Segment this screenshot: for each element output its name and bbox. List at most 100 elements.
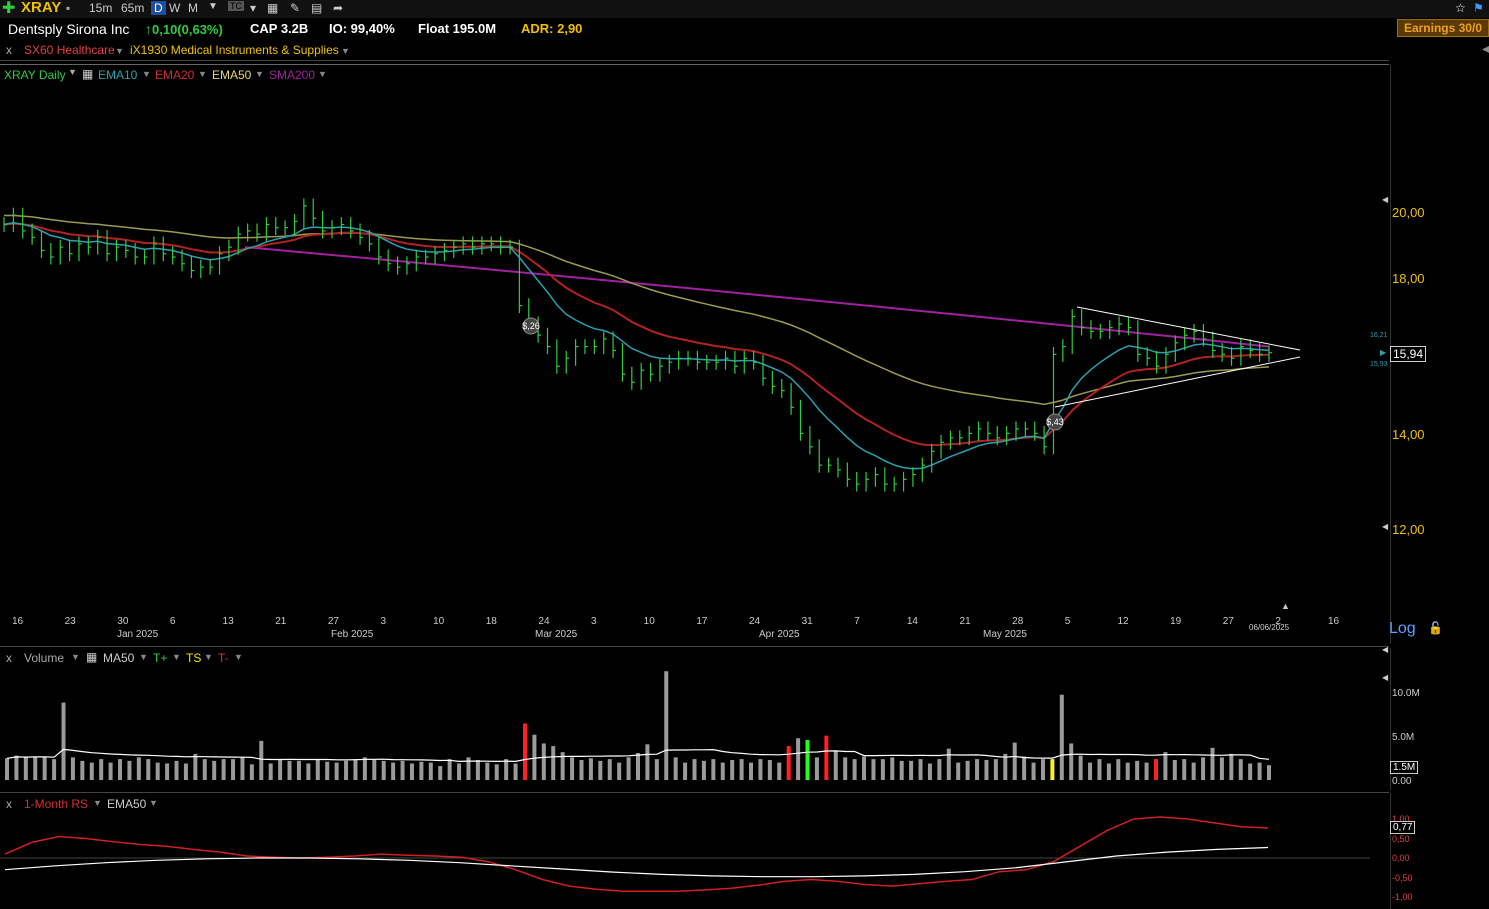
volume-bar — [862, 756, 867, 780]
xtick-label: 5 — [1064, 616, 1071, 627]
rs-ytick-label: -0,50 — [1392, 873, 1413, 883]
volume-bar — [372, 759, 377, 780]
volume-bar — [522, 723, 527, 780]
ytick-label: 14,00 — [1392, 427, 1425, 442]
volume-bar — [146, 759, 151, 780]
xtick-label: 23 — [64, 616, 76, 627]
price-pointer-icon: ▶ — [1380, 348, 1387, 357]
volume-bar — [1201, 757, 1206, 780]
star-icon[interactable]: ☆ — [1455, 1, 1466, 15]
volume-bar — [607, 759, 612, 780]
axis-pointer-icon: ◀ — [1382, 645, 1389, 654]
volume-bar — [52, 759, 57, 780]
volume-bar — [890, 757, 895, 780]
xtick-label: 13 — [222, 616, 234, 627]
ema10-line — [3, 222, 1270, 470]
volume-bar — [636, 753, 640, 780]
month-label: Jan 2025 — [117, 629, 159, 640]
volume-bar — [325, 761, 330, 780]
volume-bar — [99, 759, 104, 780]
xtick-label: 16 — [12, 616, 24, 627]
xtick-label: 19 — [1170, 616, 1182, 627]
xtick-label: 16 — [1328, 616, 1340, 627]
xtick-label: 3 — [380, 616, 387, 627]
volume-bar — [268, 763, 273, 780]
volume-bar — [701, 760, 706, 780]
xtick-label: 10 — [643, 616, 655, 627]
volume-bar — [42, 756, 47, 780]
volume-bar — [296, 760, 301, 780]
volume-bar — [1050, 759, 1055, 780]
rs-ytick-label: 0,00 — [1392, 853, 1410, 863]
volume-bar — [1012, 742, 1017, 780]
volume-bar — [1172, 759, 1177, 780]
volume-bar — [852, 759, 857, 780]
volume-bar — [240, 757, 245, 780]
volume-bar — [118, 759, 123, 780]
volume-bar — [504, 759, 509, 780]
volume-bar — [880, 759, 885, 780]
volume-bar — [1088, 762, 1093, 780]
volume-bar — [899, 760, 904, 780]
volume-bar — [400, 760, 405, 780]
volume-bar — [193, 753, 198, 780]
volume-bar — [353, 759, 358, 780]
volume-bar — [70, 757, 75, 780]
volume-bar — [946, 748, 951, 780]
volume-bar — [579, 759, 584, 780]
earnings-badge[interactable]: Earnings 30/0 — [1396, 19, 1489, 37]
ytick-label: 20,00 — [1392, 205, 1425, 220]
volume-bar — [673, 757, 678, 780]
volume-bar — [570, 757, 575, 780]
volume-bar — [306, 763, 311, 780]
cursor-marker-icon: ▲ — [1281, 601, 1290, 611]
volume-bar — [786, 746, 791, 780]
volume-bar — [541, 743, 546, 780]
price-chart[interactable]: $,26 $,43 — [0, 0, 1390, 600]
xtick-label: 27 — [327, 616, 339, 627]
xtick-label: 3 — [591, 616, 597, 627]
ema-lo-label: 15,93 — [1370, 361, 1388, 368]
vol-ytick-label: 5.0M — [1392, 732, 1415, 743]
flag-icon[interactable]: ⚑ — [1473, 1, 1484, 15]
volume-bar — [362, 757, 367, 780]
volume-bar — [927, 763, 932, 780]
volume-bar — [749, 762, 754, 780]
sma200-line — [244, 246, 1270, 348]
xtick-label: 14 — [906, 616, 918, 627]
scroll-arrow-icon[interactable]: ◀ — [1482, 44, 1489, 55]
volume-bar — [419, 761, 424, 780]
volume-bar — [475, 759, 480, 780]
volume-chart[interactable] — [0, 648, 1390, 788]
ema50-line — [4, 214, 1270, 406]
xtick-label: 17 — [696, 616, 708, 627]
volume-bar — [551, 746, 556, 780]
volume-bar — [249, 764, 254, 780]
volume-bar — [1031, 762, 1036, 780]
vol-ytick-label: 0.00 — [1392, 776, 1412, 787]
volume-bar — [739, 759, 744, 780]
volume-bar — [165, 763, 170, 780]
volume-bar — [645, 744, 650, 780]
axis-pointer-icon: ◀ — [1382, 195, 1389, 204]
log-toggle[interactable]: Log — [1389, 620, 1416, 638]
volume-bar — [23, 757, 28, 780]
axis-pointer-icon: ◀ — [1382, 522, 1389, 531]
trendline-upper — [1076, 306, 1301, 351]
lock-icon[interactable]: 🔓 — [1428, 621, 1443, 635]
volume-bar — [805, 739, 810, 780]
volume-bar — [5, 758, 9, 780]
volume-bar — [202, 759, 207, 780]
volume-bar — [14, 755, 19, 780]
volume-bar — [1106, 763, 1111, 780]
volume-bar — [1182, 759, 1187, 780]
rs-chart[interactable] — [0, 793, 1390, 909]
xtick-label: 7 — [854, 616, 860, 627]
earnings-label: $,43 — [1046, 417, 1064, 427]
volume-bar — [1219, 757, 1224, 780]
volume-bar — [833, 751, 838, 780]
volume-bar — [1003, 753, 1008, 780]
volume-bar — [1078, 755, 1083, 780]
volume-bar — [80, 760, 85, 780]
volume-bar — [711, 759, 716, 780]
